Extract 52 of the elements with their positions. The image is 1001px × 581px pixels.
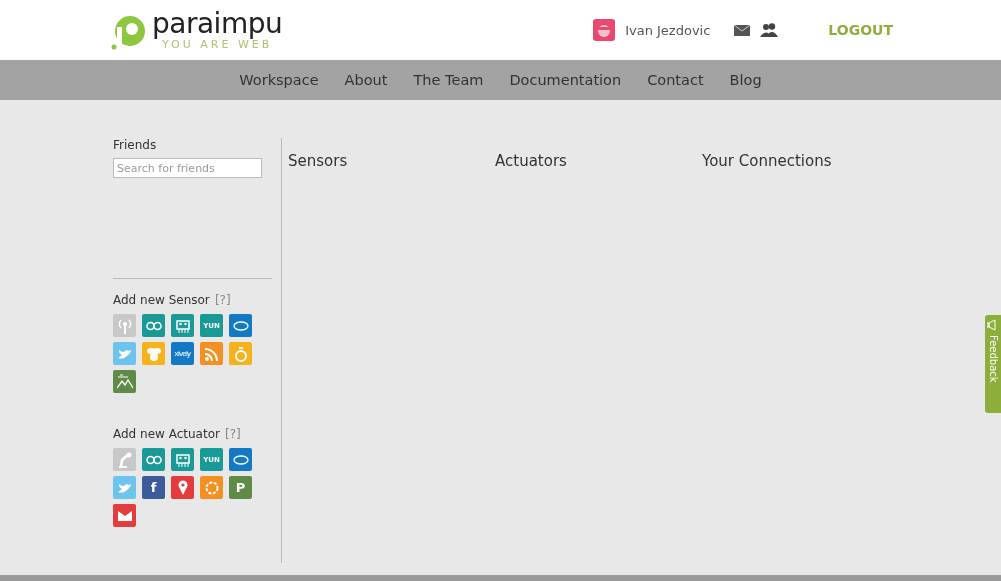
tile-button[interactable]: f xyxy=(142,476,165,499)
tile-button[interactable] xyxy=(229,448,252,471)
robot-face-icon xyxy=(174,317,191,334)
brand-name: paraimpu xyxy=(152,9,283,39)
section-title: Add new Actuator xyxy=(113,427,220,441)
logout-link[interactable]: LOGOUT xyxy=(828,22,893,38)
help-link[interactable]: [?] xyxy=(225,427,241,441)
section-title: Add new Sensor xyxy=(113,293,210,307)
mail-icon[interactable] xyxy=(734,24,751,36)
tile-button[interactable] xyxy=(229,342,252,365)
tile-button[interactable] xyxy=(142,314,165,337)
nav-link[interactable]: Workspace xyxy=(239,72,319,88)
megaphone-icon xyxy=(987,319,999,331)
tile-button[interactable] xyxy=(113,476,136,499)
nav-link[interactable]: Contact xyxy=(647,72,704,88)
avatar-icon xyxy=(593,19,616,41)
tile-button[interactable] xyxy=(142,342,165,365)
column-heading: Sensors xyxy=(288,152,349,170)
tile-button[interactable] xyxy=(113,314,136,337)
tile-button[interactable] xyxy=(200,476,223,499)
nav-link[interactable]: The Team xyxy=(413,72,484,88)
rss-icon xyxy=(203,345,220,362)
stopwatch-icon xyxy=(232,345,249,362)
people-icon[interactable] xyxy=(760,23,779,37)
tile-button[interactable] xyxy=(200,342,223,365)
mountain-icon xyxy=(116,373,133,390)
feedback-tab[interactable]: Feedback xyxy=(985,315,1001,413)
tile-button[interactable] xyxy=(229,314,252,337)
nav-link[interactable]: Blog xyxy=(729,72,762,88)
tagline: YOU ARE WEB xyxy=(162,39,273,51)
help-link[interactable]: [?] xyxy=(214,293,231,307)
tile-button[interactable] xyxy=(113,342,136,365)
tile-button[interactable] xyxy=(142,448,165,471)
nav-link[interactable]: About xyxy=(344,72,388,88)
tile-button[interactable] xyxy=(113,504,136,527)
antenna-icon xyxy=(116,317,133,334)
ring-icon xyxy=(203,479,220,496)
robot-face-icon xyxy=(174,451,191,468)
search-field[interactable]: Search for friends xyxy=(113,158,262,178)
tile-button[interactable] xyxy=(171,448,194,471)
tile-button[interactable] xyxy=(113,370,136,393)
nav-link[interactable]: Documentation xyxy=(509,72,622,88)
column-heading: Actuators xyxy=(495,152,568,170)
tile-button[interactable] xyxy=(113,448,136,471)
robot-arm-icon xyxy=(116,451,133,468)
column-heading: Your Connections xyxy=(702,152,833,170)
friends-title: Friends xyxy=(113,138,158,152)
tile-button[interactable] xyxy=(171,314,194,337)
tile-button[interactable]: xively xyxy=(171,342,194,365)
tile-button[interactable] xyxy=(171,476,194,499)
tile-button[interactable]: P xyxy=(229,476,252,499)
user-name[interactable]: Ivan Jezdovic xyxy=(625,22,711,38)
